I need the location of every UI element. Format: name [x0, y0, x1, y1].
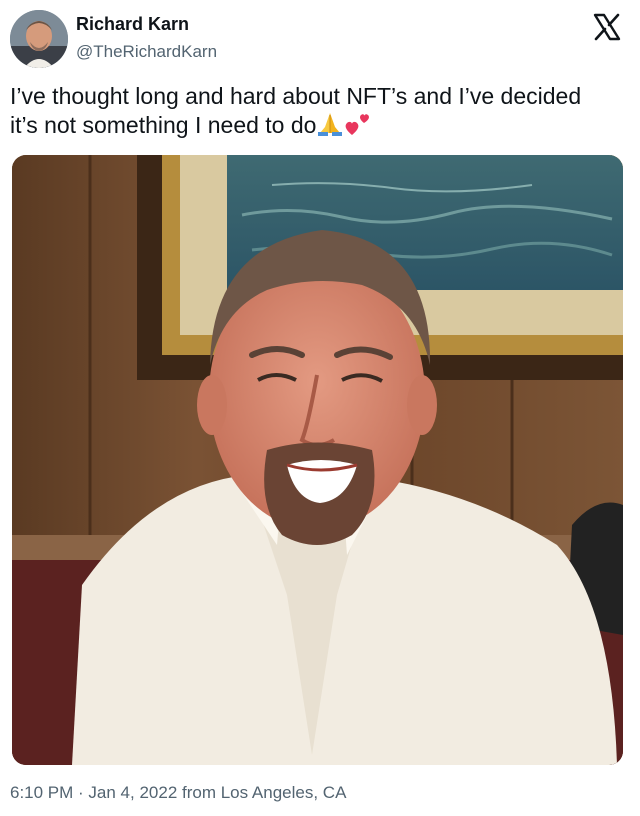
tweet-text: I’ve thought long and hard about NFT’s a… — [10, 82, 620, 140]
tweet-photo[interactable] — [12, 155, 623, 765]
author-name[interactable]: Richard Karn — [76, 14, 189, 35]
two-hearts-emoji — [346, 114, 370, 135]
x-logo-icon[interactable] — [592, 12, 622, 42]
tweet-header: Richard Karn @TheRichardKarn — [0, 0, 640, 80]
folded-hands-emoji — [318, 113, 343, 136]
author-handle[interactable]: @TheRichardKarn — [76, 42, 217, 62]
tweet-timestamp[interactable]: 6:10 PM · Jan 4, 2022 from Los Angeles, … — [10, 783, 346, 803]
tweet-text-line-1: I’ve thought long and hard about NFT’s a… — [10, 83, 582, 109]
tweet-text-line-2-text: it’s not something I need to do — [10, 112, 317, 138]
tweet-text-line-2: it’s not something I need to do — [10, 111, 620, 140]
avatar[interactable] — [10, 10, 68, 68]
